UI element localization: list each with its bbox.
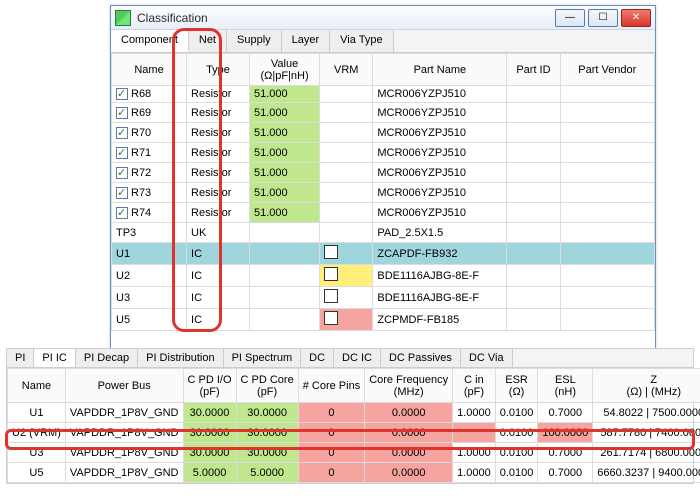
col-part-id[interactable]: Part ID xyxy=(507,54,560,86)
close-button[interactable]: ✕ xyxy=(621,9,651,27)
table-row[interactable]: R72Resistor51.000MCR006YZPJ510 xyxy=(112,163,655,183)
app-icon xyxy=(115,10,131,26)
vrm-checkbox[interactable] xyxy=(324,245,338,259)
vrm-checkbox[interactable] xyxy=(324,311,338,325)
col-type[interactable]: Type xyxy=(187,54,250,86)
col-esr[interactable]: ESR(Ω) xyxy=(495,369,538,403)
table-row[interactable]: R73Resistor51.000MCR006YZPJ510 xyxy=(112,183,655,203)
col-part-name[interactable]: Part Name xyxy=(373,54,507,86)
tab-layer[interactable]: Layer xyxy=(282,30,331,52)
col--core-pins[interactable]: # Core Pins xyxy=(298,369,364,403)
tab-dc-passives[interactable]: DC Passives xyxy=(381,349,461,367)
table-row[interactable]: U1VAPDDR_1P8V_GND30.000030.000000.00001.… xyxy=(8,403,700,423)
row-checkbox[interactable] xyxy=(116,187,128,199)
col-name[interactable]: Name xyxy=(8,369,66,403)
col-c-pd-i-o[interactable]: C PD I/O(pF) xyxy=(183,369,236,403)
tab-pi[interactable]: PI xyxy=(7,349,34,367)
col-c-pd-core[interactable]: C PD Core(pF) xyxy=(236,369,298,403)
row-checkbox[interactable] xyxy=(116,88,128,100)
table-row[interactable]: U2 (VRM)VAPDDR_1P8V_GND30.000030.000000.… xyxy=(8,423,700,443)
tab-dc[interactable]: DC xyxy=(301,349,334,367)
col-c-in[interactable]: C in(pF) xyxy=(453,369,496,403)
window-title: Classification xyxy=(137,11,208,25)
table-row[interactable]: U1ICZCAPDF-FB932 xyxy=(112,243,655,265)
table-row[interactable]: R74Resistor51.000MCR006YZPJ510 xyxy=(112,203,655,223)
maximize-button[interactable]: ☐ xyxy=(588,9,618,27)
col-vrm[interactable]: VRM xyxy=(320,54,373,86)
tab-via-type[interactable]: Via Type xyxy=(330,30,393,52)
classification-window: Classification — ☐ ✕ ComponentNetSupplyL… xyxy=(110,5,656,354)
col-value[interactable]: Value(Ω|pF|nH) xyxy=(249,54,319,86)
table-row[interactable]: U3VAPDDR_1P8V_GND30.000030.000000.00001.… xyxy=(8,443,700,463)
table-row[interactable]: U5ICZCPMDF-FB185 xyxy=(112,309,655,331)
pi-ic-table: NamePower BusC PD I/O(pF)C PD Core(pF)# … xyxy=(7,368,700,483)
col-part-vendor[interactable]: Part Vendor xyxy=(560,54,654,86)
pi-tabs: PIPI ICPI DecapPI DistributionPI Spectru… xyxy=(7,349,693,368)
row-checkbox[interactable] xyxy=(116,107,128,119)
vrm-checkbox[interactable] xyxy=(324,289,338,303)
table-row[interactable]: U5VAPDDR_1P8V_GND5.00005.000000.00001.00… xyxy=(8,463,700,483)
tab-component[interactable]: Component xyxy=(111,30,189,52)
titlebar: Classification — ☐ ✕ xyxy=(111,6,655,30)
table-row[interactable]: R69Resistor51.000MCR006YZPJ510 xyxy=(112,103,655,123)
tab-pi-decap[interactable]: PI Decap xyxy=(76,349,138,367)
row-checkbox[interactable] xyxy=(116,127,128,139)
col-esl[interactable]: ESL(nH) xyxy=(538,369,593,403)
row-checkbox[interactable] xyxy=(116,167,128,179)
tab-dc-via[interactable]: DC Via xyxy=(461,349,513,367)
table-row[interactable]: TP3UKPAD_2.5X1.5 xyxy=(112,223,655,243)
col-z[interactable]: Z(Ω) | (MHz) xyxy=(593,369,700,403)
col-power-bus[interactable]: Power Bus xyxy=(65,369,183,403)
pi-panel: PIPI ICPI DecapPI DistributionPI Spectru… xyxy=(6,348,694,484)
col-core-frequency[interactable]: Core Frequency(MHz) xyxy=(365,369,453,403)
minimize-button[interactable]: — xyxy=(555,9,585,27)
table-row[interactable]: U2ICBDE1116AJBG-8E-F xyxy=(112,265,655,287)
vrm-checkbox[interactable] xyxy=(324,267,338,281)
table-row[interactable]: R71Resistor51.000MCR006YZPJ510 xyxy=(112,143,655,163)
tab-supply[interactable]: Supply xyxy=(227,30,282,52)
tab-dc-ic[interactable]: DC IC xyxy=(334,349,381,367)
classification-tabs: ComponentNetSupplyLayerVia Type xyxy=(111,30,655,53)
col-name[interactable]: Name xyxy=(112,54,187,86)
row-checkbox[interactable] xyxy=(116,147,128,159)
tab-pi-distribution[interactable]: PI Distribution xyxy=(138,349,223,367)
component-table: NameTypeValue(Ω|pF|nH)VRMPart NamePart I… xyxy=(111,53,655,331)
row-checkbox[interactable] xyxy=(116,207,128,219)
table-row[interactable]: U3ICBDE1116AJBG-8E-F xyxy=(112,287,655,309)
component-table-wrap: NameTypeValue(Ω|pF|nH)VRMPart NamePart I… xyxy=(111,53,655,353)
table-row[interactable]: R70Resistor51.000MCR006YZPJ510 xyxy=(112,123,655,143)
tab-pi-ic[interactable]: PI IC xyxy=(34,349,75,367)
tab-pi-spectrum[interactable]: PI Spectrum xyxy=(224,349,302,367)
window-controls: — ☐ ✕ xyxy=(555,9,651,27)
tab-net[interactable]: Net xyxy=(189,30,227,52)
table-row[interactable]: R68Resistor51.000MCR006YZPJ510 xyxy=(112,86,655,103)
